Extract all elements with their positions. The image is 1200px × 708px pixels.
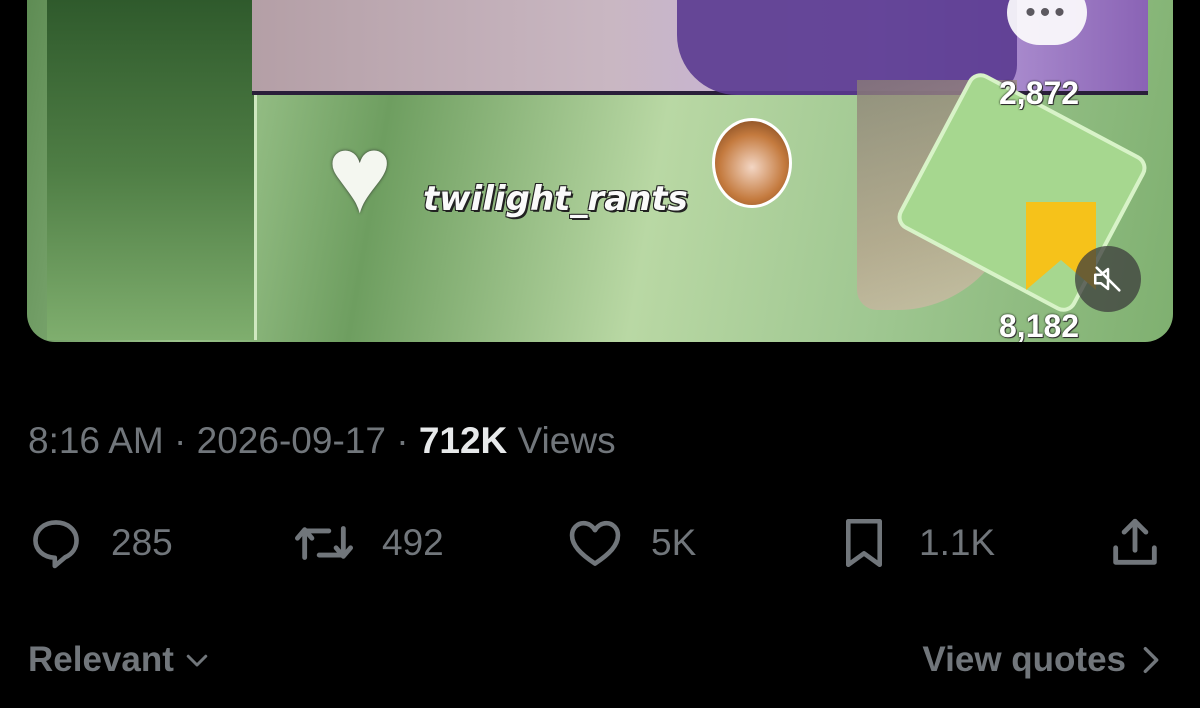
post-meta: 8:16 AM · 2026-09-17 · 712K Views [28,420,616,462]
sort-label: Relevant [28,640,174,679]
overlay-comments-count: 2,872 [999,75,1080,111]
views-label: Views [517,420,616,461]
bookmark-button[interactable]: 1.1K [835,508,995,578]
like-count: 5K [651,522,697,563]
post-action-bar: 285 492 5K 1.1K [0,508,1200,578]
views-count: 712K [418,420,508,461]
like-button[interactable]: 5K [565,508,696,578]
speaker-muted-icon [1093,266,1121,292]
media-left-figure [47,0,257,340]
share-button[interactable] [1106,508,1164,578]
repost-count: 492 [382,522,444,563]
avatar-sticker [712,118,792,208]
post-date: 2026-09-17 [196,420,386,461]
reply-button[interactable]: 285 [27,508,173,578]
meta-separator: · [174,420,187,461]
chevron-down-icon [186,654,208,667]
repost-icon [294,526,353,560]
reply-icon [33,520,79,569]
overlay-saves-count: 8,182 [999,308,1080,342]
view-quotes-link[interactable]: View quotes [922,640,1162,680]
sort-dropdown[interactable]: Relevant [28,640,212,680]
watermark-heart-icon: ♥ [327,113,393,236]
meta-separator: · [396,420,409,461]
share-icon [1113,518,1157,565]
post-time: 8:16 AM [28,420,164,461]
view-quotes-label: View quotes [922,640,1126,679]
mute-button[interactable] [1075,246,1141,312]
bookmark-icon [845,518,883,568]
watermark-text: twilight_rants [423,179,688,219]
reply-count: 285 [111,522,173,563]
replies-footer: Relevant View quotes [0,640,1200,690]
repost-button[interactable]: 492 [292,508,444,578]
chevron-right-icon [1143,646,1159,674]
media-watermark: ♥ twilight_rants [327,113,688,236]
bookmark-count: 1.1K [919,522,996,563]
heart-icon [569,520,621,566]
post-media-video[interactable]: ♥ twilight_rants ••• 2,872 8,182 [27,0,1173,342]
